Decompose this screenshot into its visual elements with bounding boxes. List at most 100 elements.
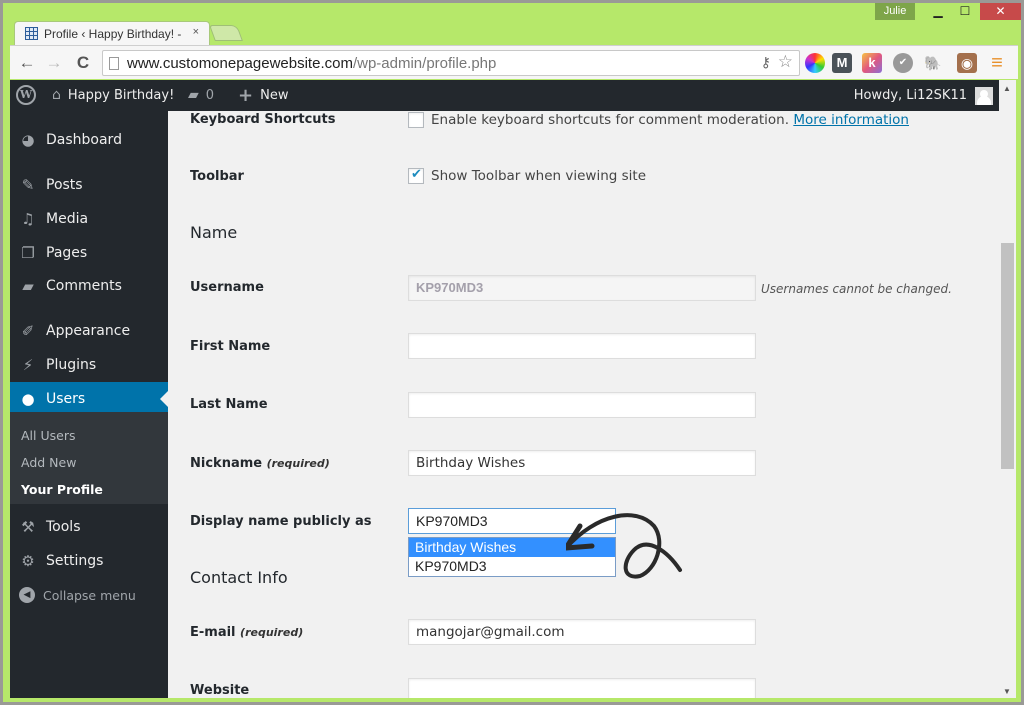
- dashboard-icon: ◕: [21, 131, 35, 149]
- minimize-button[interactable]: ▁: [925, 3, 951, 20]
- collapse-arrow-icon: ◀: [19, 587, 35, 603]
- collapse-menu-button[interactable]: ◀ Collapse menu: [19, 587, 136, 603]
- show-toolbar-checkbox[interactable]: [408, 167, 424, 184]
- sidebar-item-label: Posts: [46, 177, 83, 193]
- maximize-button[interactable]: ☐: [952, 3, 978, 20]
- username-field: KP970MD3: [408, 275, 756, 301]
- settings-icon: ⚙: [21, 552, 35, 570]
- chrome-menu-icon[interactable]: ≡: [987, 53, 1007, 73]
- last-name-input[interactable]: [408, 392, 756, 418]
- email-input[interactable]: mangojar@gmail.com: [408, 619, 756, 645]
- more-information-link[interactable]: More information: [793, 112, 909, 128]
- sidebar-item-dashboard[interactable]: ◕ Dashboard: [10, 123, 168, 157]
- sidebar-item-comments[interactable]: ▰ Comments: [10, 269, 168, 303]
- sidebar-item-label: Media: [46, 211, 89, 227]
- keyboard-shortcuts-label: Keyboard Shortcuts: [190, 112, 336, 127]
- scroll-up-arrow-icon[interactable]: ▲: [1003, 84, 1011, 93]
- check-extension-icon[interactable]: ✔: [893, 53, 913, 73]
- sidebar-item-posts[interactable]: ✎ Posts: [10, 168, 168, 202]
- color-wheel-extension-icon[interactable]: [805, 53, 825, 73]
- sidebar-item-pages[interactable]: ❐ Pages: [10, 236, 168, 270]
- nickname-label: Nickname (required): [190, 456, 330, 471]
- collapse-menu-label: Collapse menu: [43, 587, 136, 603]
- site-name: Happy Birthday!: [67, 88, 175, 103]
- url-path: /wp-admin/profile.php: [352, 54, 497, 72]
- keyboard-shortcuts-text: Enable keyboard shortcuts for comment mo…: [431, 112, 909, 128]
- sidebar-item-label: Appearance: [46, 323, 131, 339]
- k-extension-icon[interactable]: k: [862, 53, 882, 73]
- display-name-label: Display name publicly as: [190, 514, 372, 529]
- website-input[interactable]: [408, 678, 756, 698]
- sidebar-item-settings[interactable]: ⚙ Settings: [10, 544, 168, 578]
- email-label-text: E-mail: [190, 625, 236, 640]
- address-bar[interactable]: www.customonepagewebsite.com /wp-admin/p…: [102, 50, 800, 76]
- name-section-title: Name: [190, 223, 238, 242]
- sidebar-item-label: Pages: [46, 245, 88, 261]
- sidebar-item-label: Dashboard: [46, 132, 122, 148]
- tab-title: Profile ‹ Happy Birthday! -: [44, 26, 182, 41]
- evernote-extension-icon[interactable]: 🐘: [923, 53, 943, 73]
- contact-info-section-title: Contact Info: [190, 568, 288, 587]
- browser-tab[interactable]: Profile ‹ Happy Birthday! - ×: [14, 21, 210, 45]
- sidebar-item-appearance[interactable]: ✐ Appearance: [10, 314, 168, 348]
- bookmark-star-icon[interactable]: ☆: [778, 52, 793, 72]
- profile-form: Keyboard Shortcuts Enable keyboard short…: [168, 111, 999, 698]
- wordpress-logo-icon[interactable]: W: [16, 85, 36, 105]
- pages-icon: ❐: [21, 244, 35, 262]
- sidebar-item-plugins[interactable]: ⚡ Plugins: [10, 348, 168, 382]
- site-favicon-icon: [25, 27, 38, 40]
- sidebar-item-label: Tools: [46, 519, 81, 535]
- forward-button[interactable]: →: [43, 52, 65, 74]
- last-name-label: Last Name: [190, 397, 268, 412]
- username-note: Usernames cannot be changed.: [761, 282, 952, 296]
- new-label: New: [260, 88, 289, 103]
- plug-icon: ⚡: [22, 356, 34, 374]
- website-label: Website: [190, 683, 250, 698]
- keyboard-shortcuts-checkbox[interactable]: [408, 112, 424, 128]
- page-scrollbar[interactable]: ▲ ▼: [999, 80, 1016, 698]
- comment-bubble-icon: ▰: [188, 87, 199, 103]
- page-icon: [109, 56, 119, 70]
- admin-bar-account[interactable]: Howdy, Li12SK11: [854, 80, 993, 111]
- sidebar-item-label: Comments: [46, 278, 122, 294]
- first-name-label: First Name: [190, 339, 271, 354]
- instagram-extension-icon[interactable]: ◉: [957, 53, 977, 73]
- submenu-your-profile[interactable]: Your Profile: [21, 482, 103, 497]
- submenu-add-new[interactable]: Add New: [21, 455, 76, 470]
- user-icon: ●: [21, 390, 35, 408]
- howdy-text: Howdy, Li12SK11: [853, 88, 967, 103]
- reload-button[interactable]: C: [72, 52, 94, 74]
- close-window-button[interactable]: ✕: [980, 3, 1021, 20]
- annotation-arrow-icon: [566, 513, 682, 579]
- admin-bar-site-link[interactable]: ⌂ Happy Birthday!: [52, 80, 174, 111]
- tab-close-icon[interactable]: ×: [193, 26, 199, 38]
- browser-profile-badge[interactable]: Julie: [875, 3, 915, 20]
- submenu-all-users[interactable]: All Users: [21, 428, 75, 443]
- nickname-input[interactable]: Birthday Wishes: [408, 450, 756, 476]
- key-icon[interactable]: ⚷: [761, 54, 771, 71]
- url-host: www.customonepagewebsite.com: [127, 54, 353, 72]
- comments-count: 0: [205, 88, 215, 103]
- comment-icon: ▰: [22, 277, 34, 295]
- sidebar-item-label: Settings: [46, 553, 104, 569]
- scrollbar-thumb[interactable]: [1001, 243, 1014, 469]
- scroll-down-arrow-icon[interactable]: ▼: [1003, 687, 1011, 696]
- m-extension-icon[interactable]: M: [832, 53, 852, 73]
- sidebar-item-label: Users: [46, 391, 86, 407]
- keyboard-shortcuts-description: Enable keyboard shortcuts for comment mo…: [431, 112, 790, 128]
- wp-admin-bar: W ⌂ Happy Birthday! ▰ 0 + New Howdy, Li1…: [10, 80, 999, 111]
- first-name-input[interactable]: [408, 333, 756, 359]
- paintbrush-icon: ✐: [21, 322, 35, 340]
- sidebar-item-media[interactable]: ♫ Media: [10, 202, 168, 236]
- home-icon: ⌂: [52, 87, 61, 103]
- avatar: [975, 86, 993, 105]
- admin-bar-comments[interactable]: ▰ 0: [188, 80, 214, 111]
- toolbar-label: Toolbar: [190, 169, 244, 184]
- admin-bar-new[interactable]: + New: [238, 80, 288, 111]
- required-marker: (required): [240, 626, 304, 639]
- sidebar-item-tools[interactable]: ⚒ Tools: [10, 510, 168, 544]
- sidebar-item-users[interactable]: ● Users: [10, 382, 168, 416]
- required-marker: (required): [266, 457, 330, 470]
- back-button[interactable]: ←: [16, 52, 38, 74]
- nickname-label-text: Nickname: [190, 456, 263, 471]
